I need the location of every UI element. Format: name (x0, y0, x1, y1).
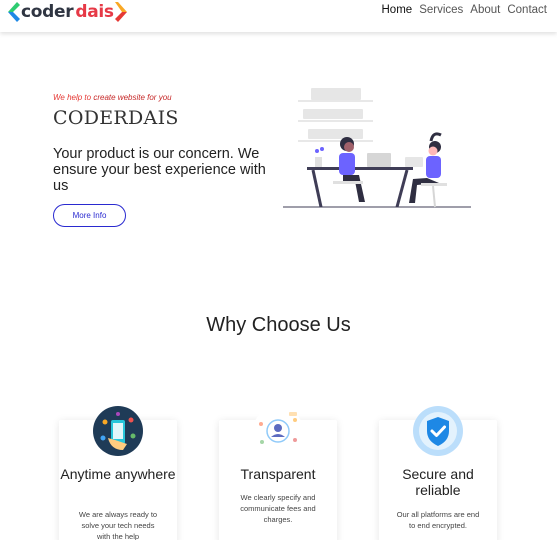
nav-about[interactable]: About (470, 4, 500, 16)
nav-contact[interactable]: Contact (507, 4, 547, 16)
team-working-illustration (283, 88, 471, 208)
logo-text-coder: coder (21, 2, 74, 22)
hero-tagline-highlight: create website for you (93, 93, 172, 102)
hero-brand: CODERDAIS (53, 107, 179, 129)
more-info-button[interactable]: More Info (53, 204, 126, 227)
site-header: coder dais Home Services About Contact (0, 0, 557, 32)
feature-card-transparent: Transparent We clearly specify and commu… (219, 406, 337, 540)
section-title-why: Why Choose Us (206, 314, 351, 336)
feature-text: We clearly specify and communicate fees … (240, 493, 316, 524)
hero-tagline: We help to create website for you (53, 93, 172, 102)
feature-title: Transparent (240, 466, 316, 482)
feature-card-anytime: Anytime anywhere We are always ready to … (59, 406, 177, 540)
feature-card-secure: Secure and reliable Our all platforms ar… (379, 406, 497, 540)
profile-network-icon (253, 406, 303, 456)
main-nav: Home Services About Contact (382, 4, 548, 16)
logo[interactable]: coder dais (8, 1, 127, 23)
nav-services[interactable]: Services (419, 4, 463, 16)
nav-home[interactable]: Home (382, 4, 413, 16)
feature-title: Secure and reliable (402, 466, 474, 498)
logo-text-dais: dais (75, 2, 114, 22)
phone-globe-icon (93, 406, 143, 456)
hero-headline: Your product is our concern. We ensure y… (53, 146, 266, 194)
feature-title: Anytime anywhere (60, 466, 176, 482)
shield-check-icon (413, 406, 463, 456)
logo-left-chevron-icon (8, 2, 20, 22)
hero-tagline-prefix: We help to (53, 93, 94, 102)
feature-text: We are always ready to solve your tech n… (78, 510, 158, 540)
feature-text: Our all platforms are end to end encrypt… (396, 510, 480, 530)
logo-right-chevron-icon (114, 2, 127, 22)
